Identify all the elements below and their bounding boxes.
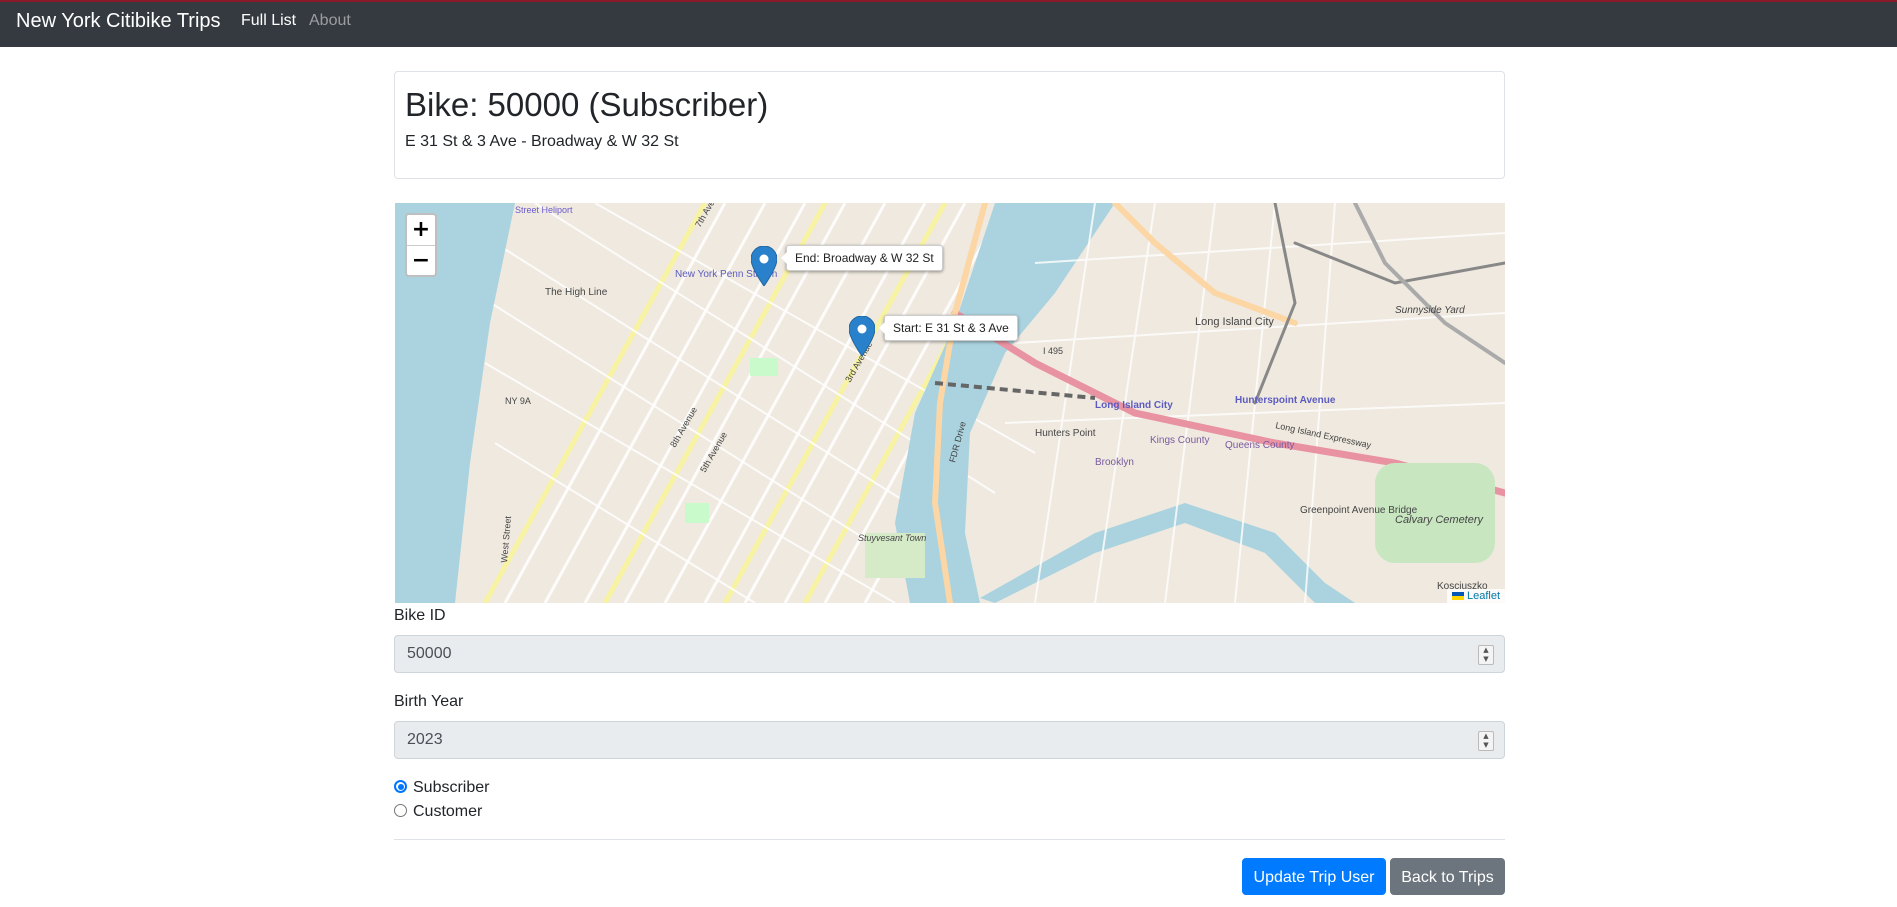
customer-radio[interactable] (394, 804, 407, 817)
ukraine-flag-icon (1451, 592, 1464, 601)
start-marker-tooltip: Start: E 31 St & 3 Ave (879, 315, 1018, 341)
brand-link[interactable]: New York Citibike Trips (16, 10, 221, 33)
bike-id-field[interactable]: 50000 ▲ ▼ (394, 635, 1505, 673)
trip-header-card: Bike: 50000 (Subscriber) E 31 St & 3 Ave… (394, 71, 1505, 179)
start-marker-icon[interactable] (849, 316, 875, 356)
radio-customer[interactable]: Customer (394, 803, 482, 821)
nav-full-list[interactable]: Full List (241, 12, 296, 30)
trip-map[interactable]: Street Heliport New York Penn Station Th… (395, 203, 1505, 603)
label-lic2: Long Island City (1095, 400, 1173, 411)
end-marker-icon[interactable] (751, 246, 777, 286)
zoom-in-button[interactable]: + (407, 215, 435, 245)
map-tiles: Street Heliport New York Penn Station Th… (395, 203, 1505, 603)
label-highline: The High Line (545, 287, 608, 298)
label-hunters-point: Hunters Point (1035, 428, 1096, 439)
update-trip-user-button[interactable]: Update Trip User (1242, 858, 1386, 895)
zoom-control: + − (405, 213, 437, 277)
label-heliport: Street Heliport (515, 205, 573, 215)
bryant-park (750, 358, 778, 376)
label-i495: I 495 (1043, 346, 1063, 356)
form-divider (394, 839, 1505, 840)
label-hunterspoint: Hunterspoint Avenue (1235, 395, 1336, 406)
trip-route: E 31 St & 3 Ave - Broadway & W 32 St (405, 133, 679, 150)
bike-id-spinner[interactable]: ▲ ▼ (1478, 645, 1494, 665)
label-brooklyn: Brooklyn (1095, 457, 1134, 468)
label-queens-county: Queens County (1225, 440, 1295, 451)
zoom-out-button[interactable]: − (407, 245, 435, 275)
label-calvary: Calvary Cemetery (1395, 514, 1485, 526)
subscriber-radio[interactable] (394, 780, 407, 793)
birth-year-field[interactable]: 2023 ▲ ▼ (394, 721, 1505, 759)
customer-label[interactable]: Customer (413, 803, 482, 820)
end-marker-tooltip: End: Broadway & W 32 St (781, 245, 943, 271)
label-sunnyside: Sunnyside Yard (1395, 305, 1465, 316)
radio-subscriber[interactable]: Subscriber (394, 779, 489, 797)
label-lic: Long Island City (1195, 316, 1274, 328)
back-to-trips-button[interactable]: Back to Trips (1390, 858, 1505, 895)
bike-id-label: Bike ID (394, 607, 446, 624)
nav-about[interactable]: About (309, 12, 351, 30)
label-ny9a: NY 9A (505, 396, 531, 406)
label-kings-county: Kings County (1150, 435, 1209, 446)
top-navbar: New York Citibike Trips Full List About (0, 0, 1897, 47)
birth-year-spinner[interactable]: ▲ ▼ (1478, 731, 1494, 751)
label-stuyvesant: Stuyvesant Town (858, 533, 926, 543)
bike-id-value: 50000 (407, 645, 452, 662)
trip-title: Bike: 50000 (Subscriber) (405, 86, 769, 123)
birth-year-label: Birth Year (394, 693, 464, 710)
birth-year-value: 2023 (407, 731, 443, 748)
madison-sq (685, 503, 709, 523)
attribution-link[interactable]: Leaflet (1467, 590, 1500, 602)
map-attribution[interactable]: Leaflet (1446, 589, 1505, 603)
subscriber-label[interactable]: Subscriber (413, 779, 489, 796)
